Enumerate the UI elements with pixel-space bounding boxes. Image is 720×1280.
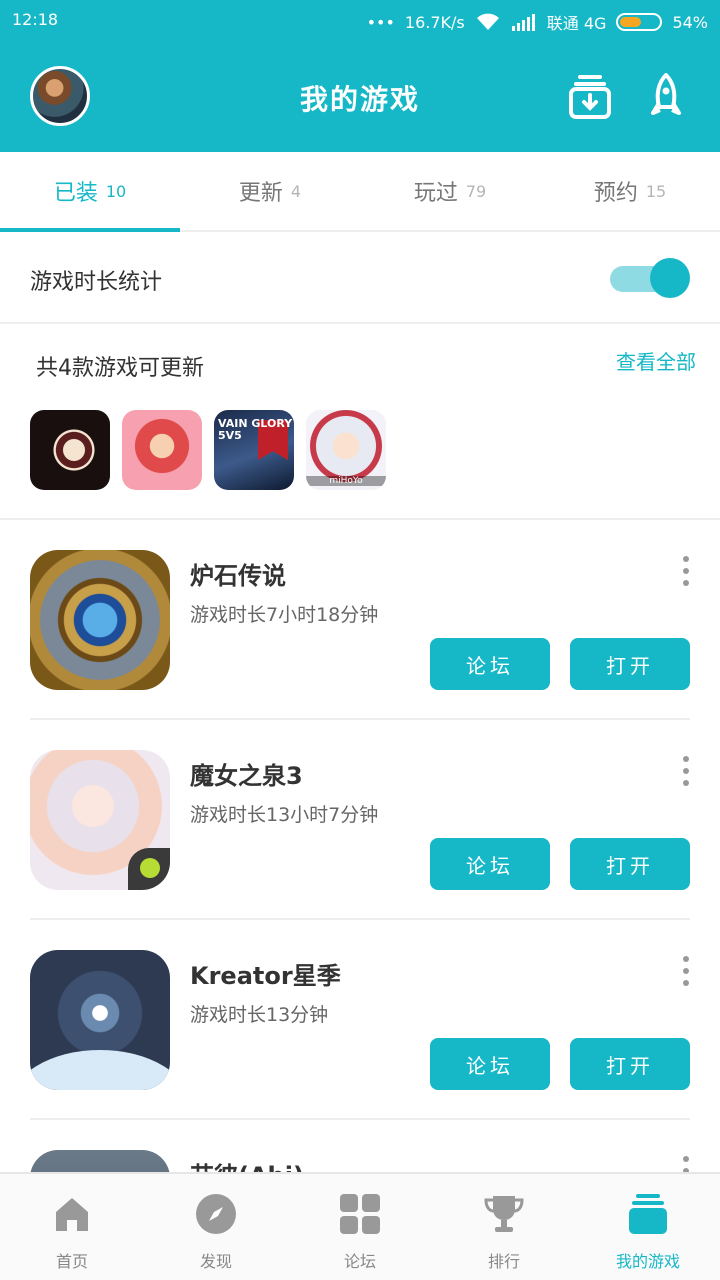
open-button[interactable]: 打开	[570, 838, 690, 890]
nav-ranking[interactable]: 排行	[432, 1174, 576, 1280]
toggle-knob	[650, 258, 690, 298]
forum-button[interactable]: 论坛	[430, 638, 550, 690]
game-item: 魔女之泉3 游戏时长13小时7分钟 论坛 打开	[0, 720, 720, 920]
dark-spiral-game-icon[interactable]	[30, 410, 110, 490]
android-badge-icon	[128, 848, 170, 890]
playtime-stats-label: 游戏时长统计	[30, 270, 163, 295]
kreator-icon[interactable]	[30, 950, 170, 1090]
view-all-link[interactable]: 查看全部	[616, 346, 696, 375]
nav-forum[interactable]: 论坛	[288, 1174, 432, 1280]
playtime-stats-toggle[interactable]	[608, 258, 692, 298]
tab-label: 更新	[238, 181, 283, 206]
home-icon	[56, 1198, 88, 1231]
game-playtime: 游戏时长7小时18分钟	[190, 604, 379, 626]
open-button[interactable]: 打开	[570, 1038, 690, 1090]
game-item: 炉石传说 游戏时长7小时18分钟 论坛 打开	[0, 520, 720, 720]
tab-label: 玩过	[413, 181, 458, 206]
wifi-icon	[476, 13, 499, 30]
grid-icon	[340, 1194, 380, 1234]
game-name: 炉石传说	[190, 562, 286, 590]
app-header: 我的游戏	[0, 40, 720, 152]
tab-played[interactable]: 玩过 79	[360, 152, 540, 230]
nav-my-games[interactable]: 我的游戏	[576, 1174, 720, 1280]
updates-count-label: 共4款游戏可更新	[36, 356, 204, 381]
my-games-icon	[629, 1194, 667, 1234]
hearthstone-icon[interactable]	[30, 550, 170, 690]
trophy-icon	[484, 1196, 524, 1232]
nav-label: 发现	[199, 1252, 232, 1271]
planet-ground	[30, 1050, 170, 1090]
battery-fill	[620, 17, 642, 27]
game-item: Kreator星季 游戏时长13分钟 论坛 打开	[0, 920, 720, 1120]
battery-icon	[616, 13, 663, 31]
tab-installed[interactable]: 已装 10	[0, 152, 180, 232]
vainglory-game-icon[interactable]: VAIN GLORY 5V5	[214, 410, 294, 490]
tab-count: 4	[290, 181, 302, 201]
tab-count: 15	[645, 181, 667, 201]
status-bar: 12:18 ••• 16.7K/s 联通 4G 54%	[0, 0, 720, 40]
carrier-label: 联通 4G	[546, 14, 607, 33]
open-button[interactable]: 打开	[570, 638, 690, 690]
more-options-icon[interactable]	[674, 956, 698, 986]
more-options-icon[interactable]	[674, 756, 698, 786]
battery-percent: 54%	[672, 12, 708, 32]
game-playtime: 游戏时长13小时7分钟	[190, 804, 379, 826]
more-options-icon[interactable]	[674, 556, 698, 586]
forum-button[interactable]: 论坛	[430, 1038, 550, 1090]
forum-button[interactable]: 论坛	[430, 838, 550, 890]
nav-label: 论坛	[343, 1252, 376, 1271]
nav-home[interactable]: 首页	[0, 1174, 144, 1280]
updates-section: 共4款游戏可更新 查看全部 VAIN GLORY 5V5 miHoYo	[0, 324, 720, 520]
tab-updates[interactable]: 更新 4	[180, 152, 360, 230]
tab-reserved[interactable]: 预约 15	[540, 152, 720, 230]
mihoyo-logo-text: miHoYo	[306, 476, 386, 486]
bottom-nav: 首页 发现 论坛 排行 我的游戏	[0, 1172, 720, 1280]
nav-discover[interactable]: 发现	[144, 1174, 288, 1280]
tab-bar: 已装 10 更新 4 玩过 79 预约 15	[0, 152, 720, 232]
nav-label: 我的游戏	[615, 1252, 680, 1271]
nav-label: 首页	[55, 1252, 88, 1271]
tab-count: 10	[105, 181, 127, 201]
status-time: 12:18	[12, 10, 59, 29]
tab-label: 已装	[53, 181, 98, 206]
download-box-icon	[569, 75, 611, 119]
game-playtime: 游戏时长13分钟	[190, 1004, 329, 1026]
download-manager-button[interactable]	[566, 72, 614, 120]
witch-spring-icon[interactable]	[30, 750, 170, 890]
compass-icon	[196, 1194, 236, 1234]
nav-label: 排行	[487, 1252, 520, 1271]
status-dots: •••	[366, 12, 395, 32]
rocket-icon	[651, 73, 681, 115]
signal-icon	[511, 14, 535, 31]
tab-label: 预约	[593, 181, 638, 206]
game-name: 魔女之泉3	[190, 762, 303, 790]
network-speed: 16.7K/s	[404, 12, 465, 32]
tab-count: 79	[465, 181, 487, 201]
anime-girl-game-icon[interactable]: miHoYo	[306, 410, 386, 490]
update-icon-list: VAIN GLORY 5V5 miHoYo	[30, 410, 386, 490]
red-lion-dance-game-icon[interactable]	[122, 410, 202, 490]
speedup-button[interactable]	[642, 72, 690, 120]
vainglory-logo-text: VAIN GLORY 5V5	[218, 417, 293, 442]
game-name: Kreator星季	[190, 962, 341, 990]
